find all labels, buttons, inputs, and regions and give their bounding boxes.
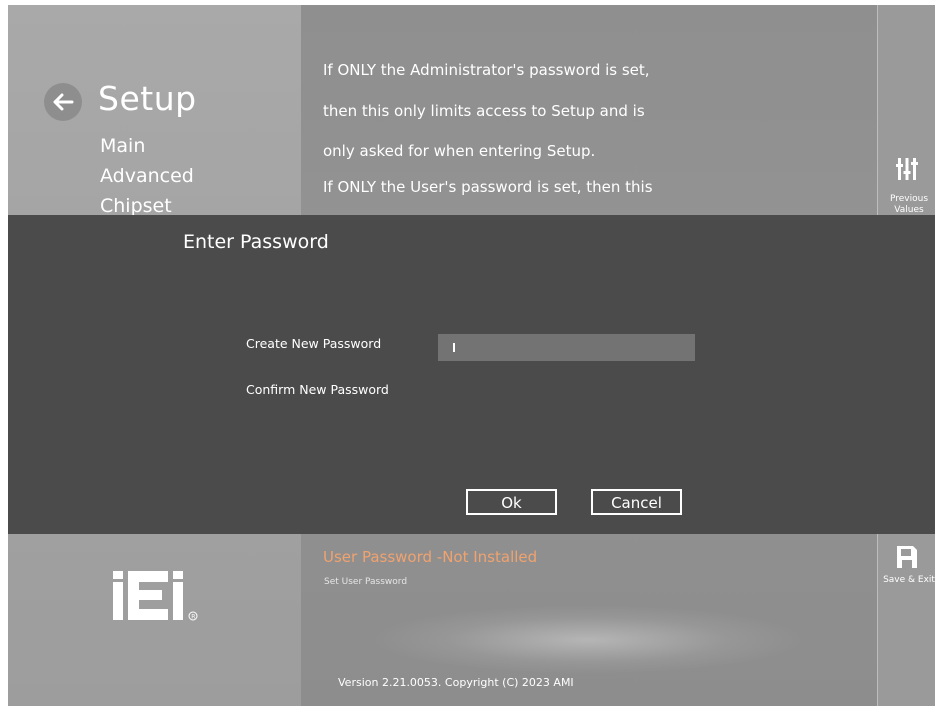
dialog-title: Enter Password xyxy=(183,231,329,253)
back-button[interactable] xyxy=(44,83,82,121)
selected-item-title: User Password -Not Installed xyxy=(323,548,538,566)
save-exit-label: Save & Exit xyxy=(883,575,935,585)
sliders-icon xyxy=(896,158,918,180)
help-text-line: then this only limits access to Setup an… xyxy=(323,102,645,120)
menu-item-chipset[interactable]: Chipset xyxy=(100,195,172,217)
create-password-input[interactable] xyxy=(438,334,695,361)
create-password-label: Create New Password xyxy=(246,336,382,351)
menu-item-advanced[interactable]: Advanced xyxy=(100,165,194,187)
menu-item-main[interactable]: Main xyxy=(100,135,145,157)
version-footer: Version 2.21.0053. Copyright (C) 2023 AM… xyxy=(338,676,574,689)
password-dialog: Enter Password Create New Password Confi… xyxy=(8,215,935,534)
svg-text:R: R xyxy=(191,613,195,620)
help-text-line: only asked for when entering Setup. xyxy=(323,142,596,160)
iei-logo: R xyxy=(113,571,198,621)
selected-item-description: Set User Password xyxy=(324,577,408,587)
save-exit-button[interactable]: Save & Exit xyxy=(878,540,935,600)
confirm-password-label: Confirm New Password xyxy=(246,382,389,397)
page-title: Setup xyxy=(98,79,197,118)
text-cursor xyxy=(453,343,455,352)
previous-values-button[interactable]: Previous Values xyxy=(878,150,935,220)
floppy-disk-icon xyxy=(897,546,917,568)
arrow-left-icon xyxy=(53,93,74,111)
bios-window: Setup Main Advanced Chipset R If ONLY th… xyxy=(8,5,935,706)
cancel-button[interactable]: Cancel xyxy=(591,489,682,515)
previous-values-label: Previous Values xyxy=(889,194,929,215)
help-text-line: If ONLY the Administrator's password is … xyxy=(323,61,650,79)
help-text-line: If ONLY the User's password is set, then… xyxy=(323,178,653,196)
ok-button[interactable]: Ok xyxy=(466,489,557,515)
decorative-glow xyxy=(368,605,808,675)
